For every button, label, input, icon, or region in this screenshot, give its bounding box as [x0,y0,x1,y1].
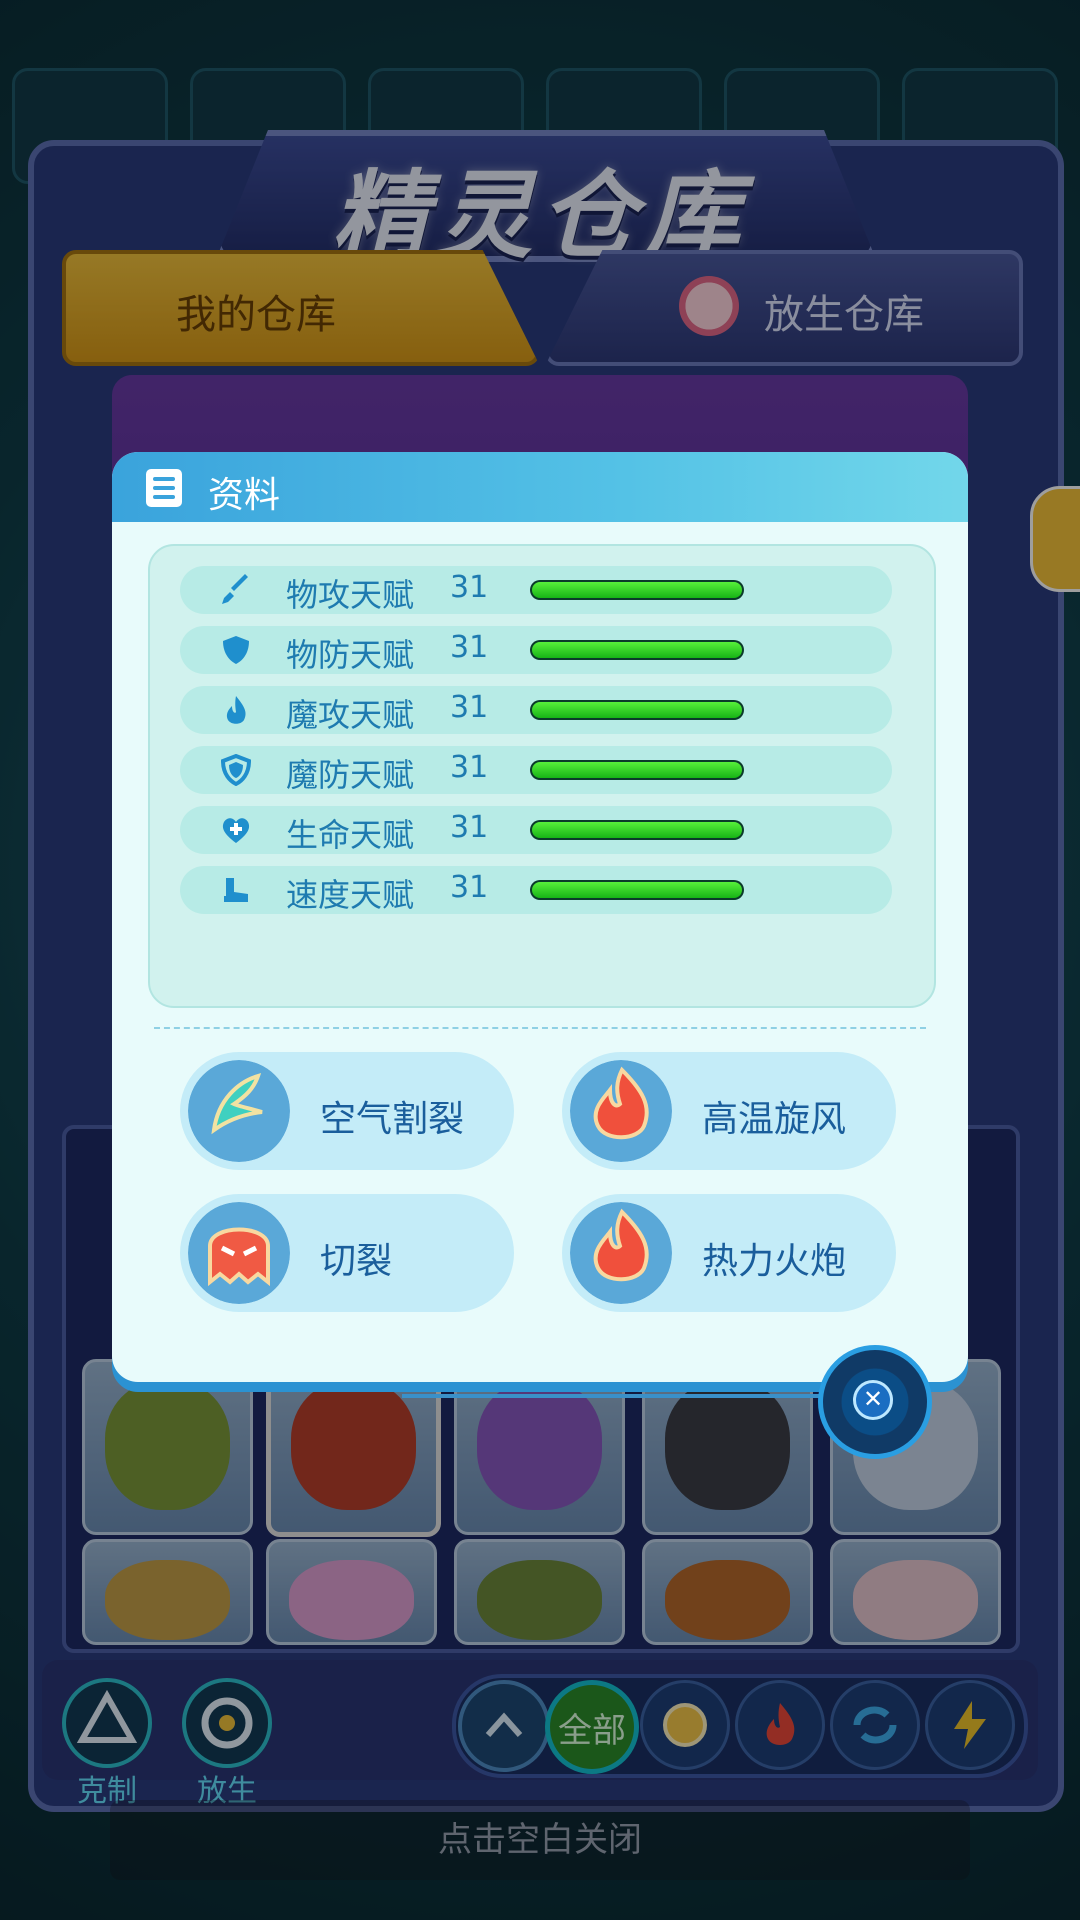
talent-value: 31 [450,570,489,605]
talent-row: 速度天赋 31 [180,866,892,914]
dialog-title: 资料 [208,475,281,516]
document-icon [146,469,182,507]
talent-bar [530,580,744,600]
skill-label: 空气割裂 [320,1099,465,1140]
talent-bar [530,700,744,720]
sword-icon [222,574,248,604]
skill-label: 切裂 [320,1241,393,1282]
talent-bar-fill [532,762,742,778]
close-button-trail [402,1394,822,1398]
skill-label: 高温旋风 [702,1099,847,1140]
talent-row: 魔攻天赋 31 [180,686,892,734]
talent-bar-fill [532,642,742,658]
fire-icon [570,1202,672,1304]
talent-label: 生命天赋 [286,816,415,854]
skill-item[interactable]: 高温旋风 [562,1052,896,1170]
talent-value: 31 [450,810,489,845]
talent-row: 物攻天赋 31 [180,566,892,614]
talent-label: 物攻天赋 [286,576,415,614]
talent-label: 速度天赋 [286,876,415,914]
magic-shield-icon [220,754,252,786]
close-button[interactable]: ✕ [818,1345,932,1459]
talent-label: 魔攻天赋 [286,696,415,734]
talent-value: 31 [450,690,489,725]
boot-icon [224,878,248,902]
shield-icon [223,636,249,664]
talent-value: 31 [450,630,489,665]
close-icon: ✕ [853,1380,893,1420]
talent-row: 魔防天赋 31 [180,746,892,794]
talent-value: 31 [450,870,489,905]
skill-item[interactable]: 热力火炮 [562,1194,896,1312]
flame-icon [226,696,246,724]
divider [154,1027,926,1029]
talent-bar-fill [532,882,742,898]
talent-label: 物防天赋 [286,636,415,674]
talent-bar [530,880,744,900]
heart-plus-icon [222,818,250,843]
skill-label: 热力火炮 [702,1241,847,1282]
talent-row: 生命天赋 31 [180,806,892,854]
talent-bar-fill [532,822,742,838]
talent-bar-fill [532,582,742,598]
talent-row: 物防天赋 31 [180,626,892,674]
talent-bar [530,640,744,660]
talent-list: 物攻天赋 31 物防天赋 31 魔攻天赋 31 魔防天赋 31 生命天赋 31 [148,544,936,1008]
talent-bar [530,820,744,840]
wind-wing-icon [188,1060,290,1162]
talent-bar [530,760,744,780]
talent-label: 魔防天赋 [286,756,415,794]
talent-bar-fill [532,702,742,718]
info-dialog: 资料 物攻天赋 31 物防天赋 31 魔攻天赋 31 魔防天赋 31 生命天赋 … [112,452,968,1382]
ghost-icon [188,1202,290,1304]
skill-item[interactable]: 空气割裂 [180,1052,514,1170]
dialog-header: 资料 [112,452,968,522]
skill-item[interactable]: 切裂 [180,1194,514,1312]
talent-value: 31 [450,750,489,785]
fire-icon [570,1060,672,1162]
